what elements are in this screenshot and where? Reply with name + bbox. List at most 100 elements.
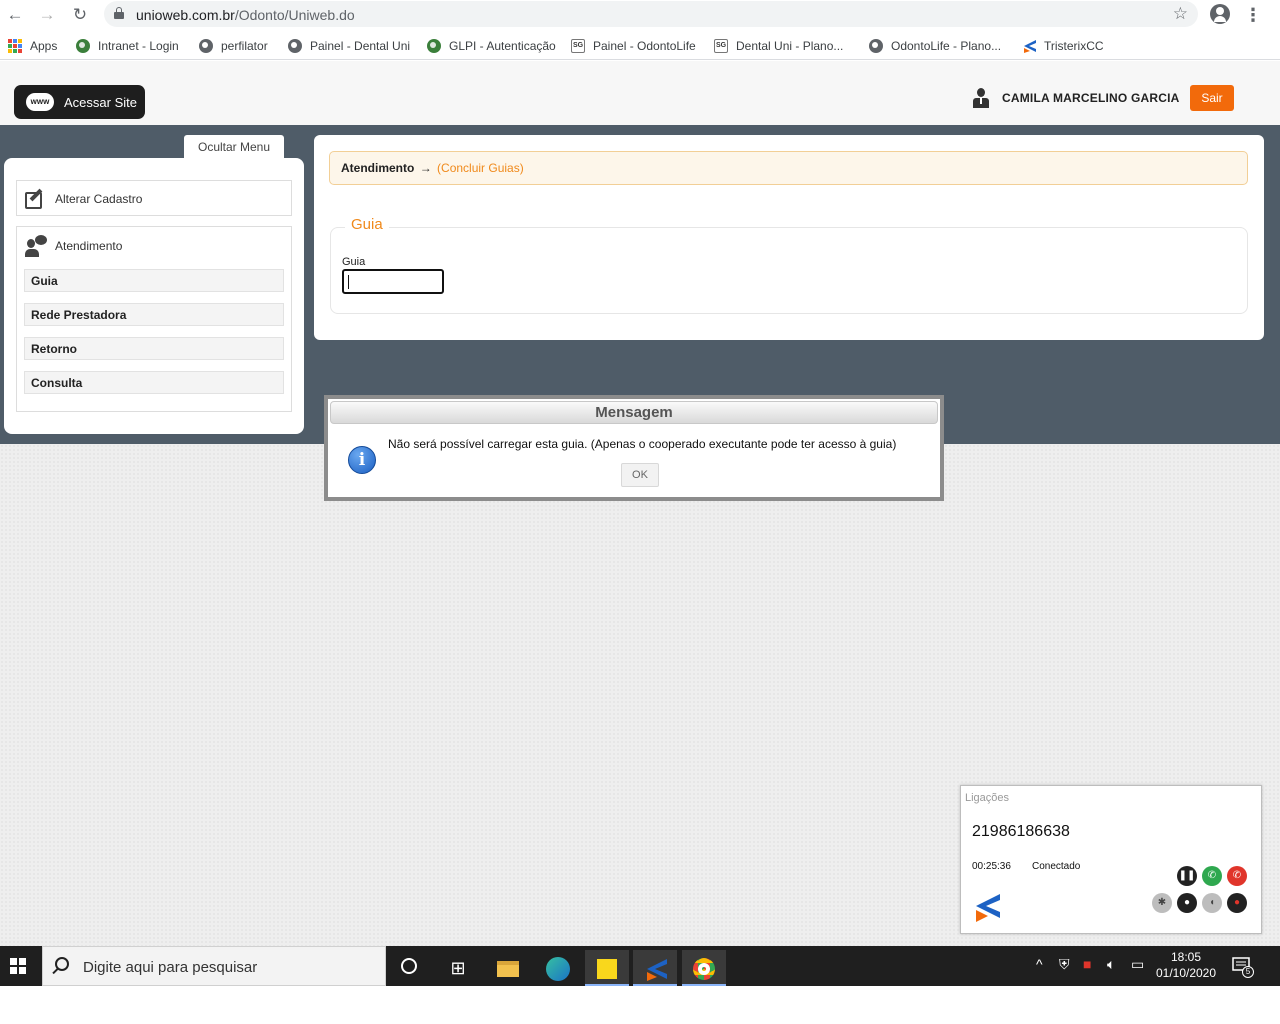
breadcrumb-sub[interactable]: (Concluir Guias): [437, 161, 524, 175]
lock-icon: [114, 7, 124, 19]
forward-arrow-icon[interactable]: →: [36, 4, 58, 26]
bookmark-odontolife-plano[interactable]: OdontoLife - Plano...: [869, 37, 1001, 55]
menu-alterar-cadastro[interactable]: Alterar Cadastro: [16, 180, 292, 216]
taskbar: Digite aqui para pesquisar ⊞ ^ ⛨ ■ 🔈︎ ▭ …: [0, 946, 1280, 986]
url-text[interactable]: unioweb.com.br/Odonto/Uniweb.do: [136, 7, 355, 23]
guia-input[interactable]: [342, 269, 444, 294]
browser-menu-icon[interactable]: ⋮: [1244, 4, 1262, 26]
ok-button[interactable]: OK: [621, 463, 659, 487]
back-arrow-icon[interactable]: ←: [4, 4, 26, 26]
bookmark-label: Intranet - Login: [98, 39, 179, 53]
globe-icon: [288, 39, 302, 53]
menu-atendimento-label: Atendimento: [55, 239, 123, 253]
record-icon[interactable]: ●: [1227, 893, 1247, 913]
tray-expand-icon[interactable]: ^: [1036, 956, 1043, 972]
mute-mic-icon[interactable]: ●: [1177, 893, 1197, 913]
info-icon: i: [348, 446, 376, 474]
speaker-icon[interactable]: 🔈︎: [1107, 956, 1115, 973]
tristerix-logo: [972, 892, 1000, 922]
network-icon[interactable]: ▭: [1131, 956, 1144, 973]
menu-atendimento: Atendimento Guia Rede Prestadora Retorno…: [16, 226, 292, 412]
hide-menu-tab[interactable]: Ocultar Menu: [184, 135, 284, 158]
call-number: 21986186638: [972, 823, 1070, 840]
bookmark-glpi[interactable]: GLPI - Autenticação: [427, 37, 556, 55]
section-title: Guia: [345, 216, 389, 233]
message-dialog: Mensagem i Não será possível carregar es…: [324, 395, 944, 501]
bookmark-label: Painel - OdontoLife: [593, 39, 696, 53]
chrome-icon[interactable]: [682, 950, 726, 986]
breadcrumb-arrow: →: [419, 161, 432, 175]
hangup-icon[interactable]: ✆: [1227, 866, 1247, 886]
notification-count: 5: [1242, 966, 1254, 978]
task-view-icon[interactable]: ⊞: [436, 950, 480, 986]
bookmark-apps[interactable]: Apps: [8, 37, 57, 55]
guia-fieldset: Guia Guia: [330, 216, 1248, 314]
search-icon: [55, 957, 69, 971]
pause-icon[interactable]: ❚❚: [1177, 866, 1197, 886]
security-shield-icon[interactable]: ⛨: [1059, 956, 1070, 973]
www-icon: www: [26, 93, 54, 111]
sidebar-item-retorno[interactable]: Retorno: [24, 337, 284, 360]
bookmark-label: GLPI - Autenticação: [449, 39, 556, 53]
bookmarks-bar: Apps Intranet - Login perfilator Painel …: [0, 32, 1280, 60]
bookmark-label: OdontoLife - Plano...: [891, 39, 1002, 53]
bookmark-painel-odontolife[interactable]: SG Painel - OdontoLife: [571, 37, 696, 55]
bookmark-label: perfilator: [221, 39, 268, 53]
bookmark-perfilator[interactable]: perfilator: [199, 37, 268, 55]
cortana-icon[interactable]: [401, 958, 417, 974]
sidebar-item-guia[interactable]: Guia: [24, 269, 284, 292]
tristerix-app-icon[interactable]: [633, 950, 677, 986]
globe-icon: [76, 39, 90, 53]
taskbar-clock[interactable]: 18:05 01/10/2020: [1150, 949, 1222, 981]
dialog-title: Mensagem: [330, 401, 938, 424]
softphone-title: Ligações: [965, 792, 1010, 804]
reload-icon[interactable]: ↻: [69, 4, 91, 26]
call-duration: 00:25:36: [972, 861, 1011, 872]
bookmark-dental-uni-plano[interactable]: SG Dental Uni - Plano...: [714, 37, 843, 55]
glpi-icon: [427, 39, 441, 53]
menu-alterar-label: Alterar Cadastro: [55, 192, 143, 206]
sidebar-item-consulta[interactable]: Consulta: [24, 371, 284, 394]
url-path: /Odonto/Uniweb.do: [234, 7, 355, 23]
breadcrumb: Atendimento → (Concluir Guias): [329, 151, 1248, 185]
site-header: www Acessar Site CAMILA MARCELINO GARCIA…: [0, 61, 1280, 125]
profile-avatar-icon[interactable]: [1210, 4, 1230, 24]
sidebar-item-rede-prestadora[interactable]: Rede Prestadora: [24, 303, 284, 326]
bookmark-intranet[interactable]: Intranet - Login: [76, 37, 179, 55]
sticky-notes-icon[interactable]: [585, 950, 629, 986]
address-bar[interactable]: unioweb.com.br/Odonto/Uniweb.do ☆: [104, 1, 1198, 27]
bookmark-label: Painel - Dental Uni: [310, 39, 411, 53]
transfer-call-icon[interactable]: ✆: [1202, 866, 1222, 886]
globe-icon: [199, 39, 213, 53]
url-domain: unioweb.com.br: [136, 7, 235, 23]
access-site-button[interactable]: www Acessar Site: [14, 85, 145, 119]
taskbar-search[interactable]: Digite aqui para pesquisar: [42, 946, 386, 986]
user-icon: [972, 87, 990, 109]
edge-browser-icon[interactable]: [536, 950, 580, 986]
file-explorer-icon[interactable]: [486, 950, 530, 986]
keypad-icon[interactable]: ✱: [1152, 893, 1172, 913]
sidebar: Alterar Cadastro Atendimento Guia Rede P…: [4, 158, 304, 434]
access-site-label: Acessar Site: [64, 94, 137, 110]
sg-icon: SG: [571, 39, 585, 53]
user-name: CAMILA MARCELINO GARCIA: [1002, 91, 1180, 105]
guia-field-label: Guia: [342, 256, 366, 268]
logout-button[interactable]: Sair: [1190, 85, 1234, 111]
bookmark-star-icon[interactable]: ☆: [1173, 4, 1188, 24]
apps-grid-icon: [8, 39, 22, 53]
call-status: Conectado: [1032, 861, 1081, 872]
bookmark-painel-dental-uni[interactable]: Painel - Dental Uni: [288, 37, 410, 55]
volume-icon[interactable]: ◖: [1202, 893, 1222, 913]
tristerix-icon: [1022, 39, 1036, 53]
globe-icon: [869, 39, 883, 53]
user-info: CAMILA MARCELINO GARCIA: [972, 86, 1179, 110]
bookmark-tristerixcc[interactable]: TristerixCC: [1022, 37, 1104, 55]
bookmark-label: TristerixCC: [1044, 39, 1104, 53]
bookmark-label: Apps: [30, 39, 58, 53]
bookmark-label: Dental Uni - Plano...: [736, 39, 844, 53]
app-tray-icon[interactable]: ■: [1083, 956, 1091, 972]
windows-start-icon[interactable]: [10, 958, 26, 974]
notification-center-icon[interactable]: 5: [1232, 956, 1254, 978]
taskbar-search-placeholder: Digite aqui para pesquisar: [83, 959, 258, 976]
browser-toolbar: ← → ↻ unioweb.com.br/Odonto/Uniweb.do ☆ …: [0, 0, 1280, 30]
